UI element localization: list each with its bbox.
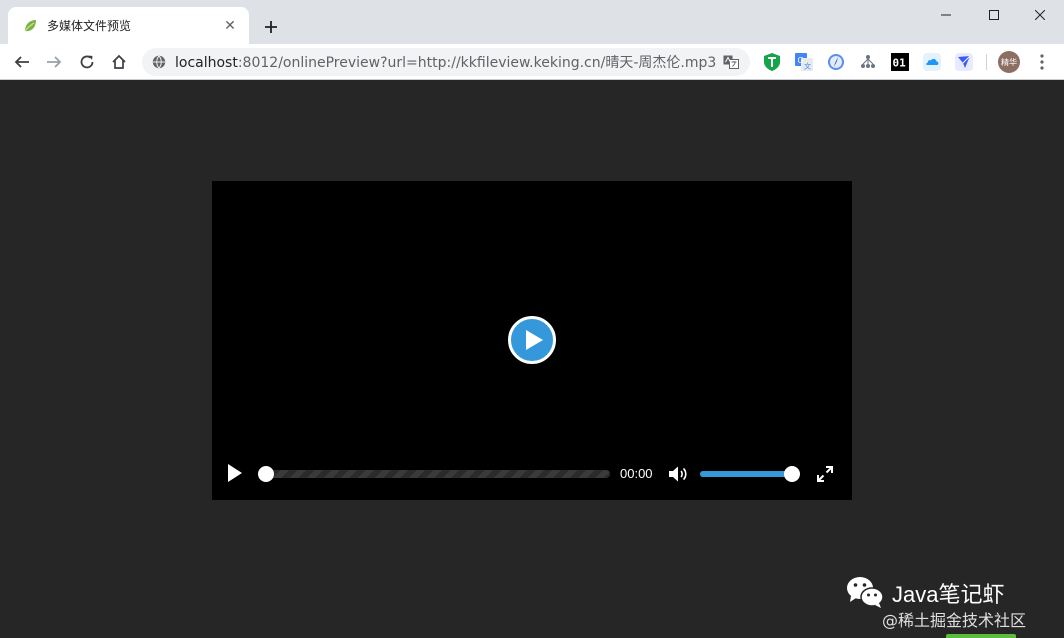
play-icon — [228, 464, 242, 482]
more-vertical-icon — [1040, 54, 1044, 70]
reload-icon — [80, 55, 94, 69]
leaf-favicon-icon — [24, 19, 36, 31]
progress-bar[interactable] — [258, 466, 610, 482]
maximize-icon — [989, 10, 999, 20]
wechat-icon — [847, 577, 884, 608]
binary-01-label: 01 — [893, 57, 907, 70]
cloud-icon — [923, 53, 941, 71]
plus-icon — [265, 21, 277, 33]
big-play-button[interactable] — [508, 316, 556, 364]
forward-button[interactable] — [40, 48, 68, 76]
address-bar[interactable]: localhost:8012/onlinePreview?url=http://… — [142, 48, 750, 76]
media-player[interactable]: 00:00 — [212, 181, 852, 500]
back-button[interactable] — [8, 48, 36, 76]
current-time: 00:00 — [620, 466, 653, 481]
maximize-button[interactable] — [970, 0, 1018, 30]
fullscreen-icon — [817, 466, 833, 482]
url-text[interactable]: localhost:8012/onlinePreview?url=http://… — [175, 52, 718, 72]
watermark-title: Java笔记虾 — [892, 582, 1005, 607]
decorative-bar — [946, 634, 1016, 638]
watermark: Java笔记虾 @稀土掘金技术社区 — [846, 575, 1056, 635]
tab-close-button[interactable]: ✕ — [221, 17, 239, 35]
google-translate-icon: G 文 — [795, 53, 813, 71]
progress-handle[interactable] — [258, 466, 274, 482]
url-path: :8012/onlinePreview?url=http://kkfilevie… — [237, 55, 717, 71]
adguard-extension[interactable] — [762, 52, 782, 72]
safari-like-icon — [828, 54, 844, 70]
minimize-button[interactable] — [922, 0, 970, 30]
player-controls: 00:00 — [212, 457, 852, 491]
home-button[interactable] — [105, 48, 133, 76]
tab-strip: 多媒体文件预览 ✕ — [0, 0, 1064, 44]
svg-text:文: 文 — [804, 62, 811, 71]
tab-title: 多媒体文件预览 — [47, 19, 132, 33]
profile-avatar[interactable]: 精华 — [998, 51, 1020, 73]
google-translate-extension[interactable]: G 文 — [794, 52, 814, 72]
fullscreen-button[interactable] — [816, 465, 834, 483]
watermark-subtitle: @稀土掘金技术社区 — [882, 611, 1027, 630]
globe-info-icon[interactable] — [152, 55, 166, 69]
adguard-icon — [764, 53, 780, 71]
minimize-icon — [941, 14, 951, 16]
toolbar-separator — [986, 54, 987, 70]
close-icon — [1035, 10, 1045, 20]
mute-button[interactable] — [668, 465, 690, 483]
translate-page-button[interactable] — [718, 52, 744, 72]
url-host: localhost — [175, 55, 238, 71]
volume-slider[interactable] — [700, 466, 800, 482]
cloud-extension[interactable] — [922, 52, 942, 72]
new-tab-button[interactable] — [258, 14, 284, 40]
volume-level — [700, 471, 792, 477]
browser-toolbar: localhost:8012/onlinePreview?url=http://… — [0, 44, 1064, 80]
arrow-right-icon — [47, 56, 62, 68]
feather-icon — [955, 53, 973, 71]
network-extension[interactable] — [858, 52, 878, 72]
binary-01-icon: 01 — [891, 53, 909, 71]
volume-icon — [669, 466, 687, 482]
browser-menu-button[interactable] — [1032, 52, 1052, 72]
play-icon — [526, 330, 543, 350]
close-window-button[interactable] — [1016, 0, 1064, 30]
volume-handle[interactable] — [784, 466, 800, 482]
arrow-left-icon — [14, 56, 29, 68]
translate-icon — [723, 55, 739, 69]
feather-extension[interactable] — [954, 52, 974, 72]
compass-extension[interactable] — [826, 52, 846, 72]
reload-button[interactable] — [73, 48, 101, 76]
binary-extension[interactable]: 01 — [890, 52, 910, 72]
network-icon — [861, 55, 875, 68]
play-button[interactable] — [226, 463, 248, 485]
home-icon — [112, 54, 126, 69]
active-tab[interactable]: 多媒体文件预览 ✕ — [8, 7, 249, 44]
svg-text:G: G — [798, 56, 804, 65]
